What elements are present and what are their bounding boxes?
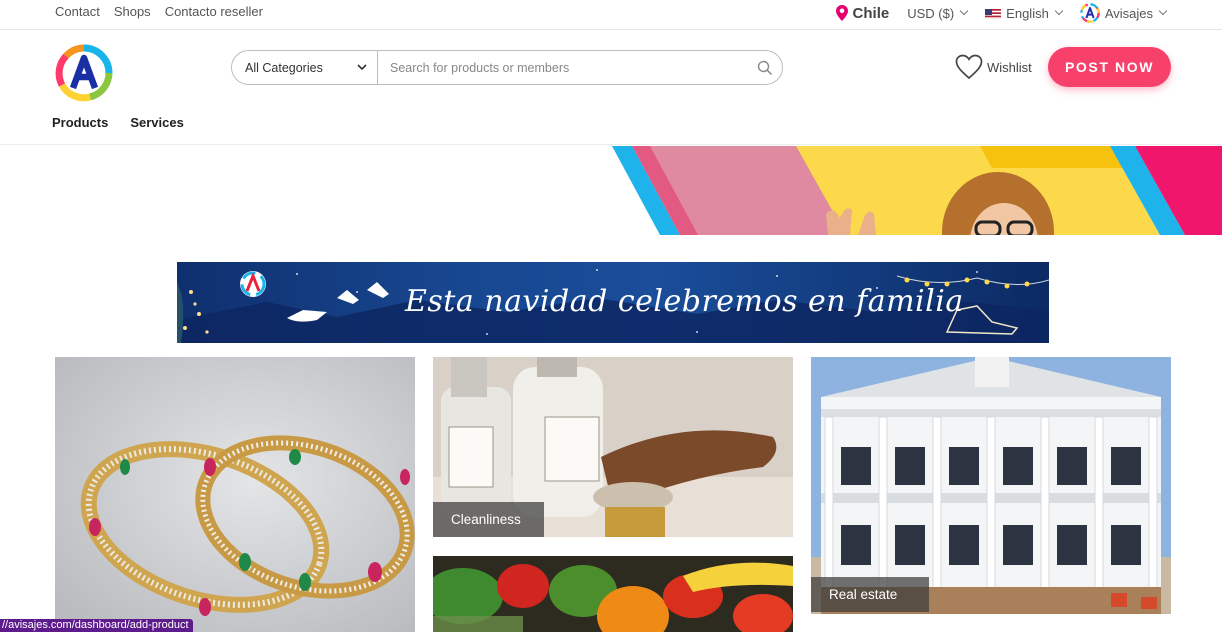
top-links: Contact Shops Contacto reseller bbox=[55, 4, 263, 19]
chevron-down-icon bbox=[1158, 6, 1168, 16]
category-label: Real estate bbox=[811, 577, 929, 612]
language-label: English bbox=[1006, 5, 1049, 21]
christmas-banner-text: Esta navidad celebremos en familia bbox=[405, 284, 964, 319]
hero-banner[interactable] bbox=[0, 146, 1222, 235]
account-dropdown[interactable]: Avisajes bbox=[1079, 3, 1168, 23]
location-selector[interactable]: Chile bbox=[835, 4, 890, 22]
search-bar: All Categories bbox=[231, 50, 783, 85]
search-button[interactable] bbox=[748, 51, 782, 85]
search-icon bbox=[757, 60, 773, 75]
category-card-cleanliness[interactable]: Cleanliness bbox=[433, 357, 793, 537]
main-header: Products Services All Categories Wishlis… bbox=[0, 31, 1222, 145]
search-input[interactable] bbox=[378, 51, 748, 84]
language-dropdown[interactable]: English bbox=[985, 5, 1064, 21]
main-nav: Products Services bbox=[52, 115, 184, 130]
currency-label: USD ($) bbox=[907, 5, 955, 21]
us-flag-icon bbox=[985, 8, 1002, 19]
christmas-banner[interactable]: Esta navidad celebremos en familia bbox=[177, 262, 1049, 343]
category-select[interactable]: All Categories bbox=[232, 51, 378, 84]
hero-graphic bbox=[0, 146, 1222, 235]
currency-dropdown[interactable]: USD ($) bbox=[907, 5, 969, 21]
wishlist-label: Wishlist bbox=[987, 59, 1032, 75]
wishlist-link[interactable]: Wishlist bbox=[955, 54, 1032, 80]
food-photo bbox=[433, 556, 793, 632]
contact-link[interactable]: Contact bbox=[55, 4, 100, 19]
chevron-down-icon bbox=[357, 64, 367, 71]
contacto-reseller-link[interactable]: Contacto reseller bbox=[165, 4, 263, 19]
avisajes-logo[interactable] bbox=[54, 43, 114, 103]
category-select-label: All Categories bbox=[245, 60, 323, 75]
shops-link[interactable]: Shops bbox=[114, 4, 151, 19]
chevron-down-icon bbox=[1054, 6, 1064, 16]
location-pin-icon bbox=[835, 5, 848, 21]
top-bar: Contact Shops Contacto reseller Chile US… bbox=[0, 0, 1222, 30]
category-card-jewelry[interactable] bbox=[55, 357, 415, 632]
account-label: Avisajes bbox=[1104, 5, 1153, 21]
post-now-button[interactable]: POST NOW bbox=[1048, 47, 1171, 87]
category-card-food[interactable] bbox=[433, 556, 793, 632]
heart-icon bbox=[955, 54, 983, 80]
location-label: Chile bbox=[852, 4, 890, 22]
category-card-real-estate[interactable]: Real estate bbox=[811, 357, 1171, 614]
nav-products[interactable]: Products bbox=[52, 115, 108, 130]
category-label: Cleanliness bbox=[433, 502, 544, 537]
status-bar-url: //avisajes.com/dashboard/add-product bbox=[0, 619, 193, 632]
top-right-controls: Chile USD ($) English Avisajes bbox=[835, 3, 1168, 23]
chevron-down-icon bbox=[959, 6, 969, 16]
avisajes-logo-icon bbox=[1079, 3, 1100, 23]
jewelry-photo bbox=[55, 357, 415, 632]
nav-services[interactable]: Services bbox=[130, 115, 184, 130]
real-estate-photo bbox=[811, 357, 1171, 614]
